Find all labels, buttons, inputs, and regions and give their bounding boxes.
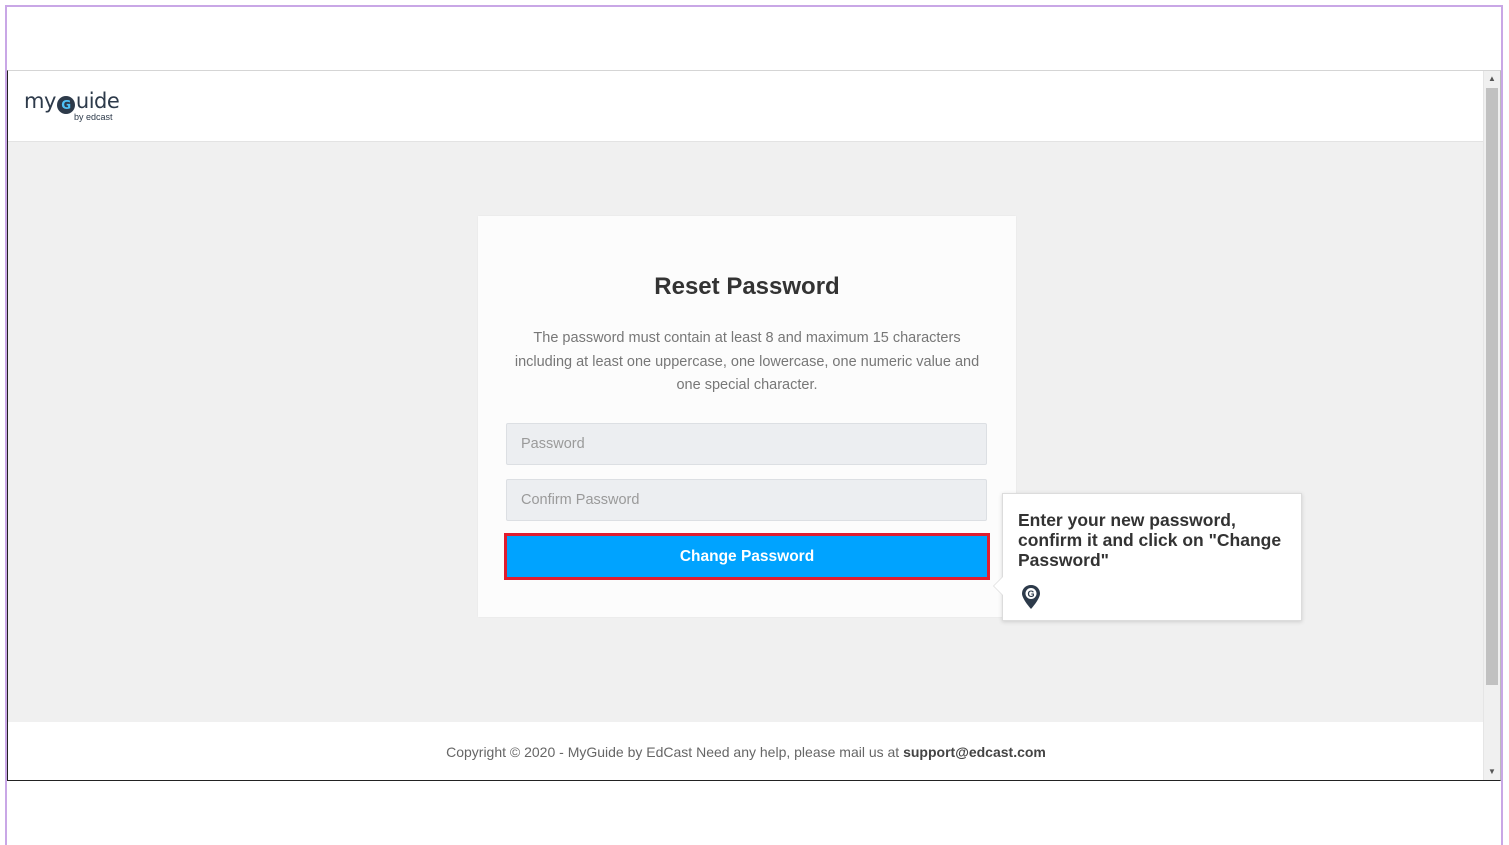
logo-pin-icon: G bbox=[56, 96, 75, 114]
scrollbar-thumb[interactable] bbox=[1486, 88, 1498, 685]
svg-text:G: G bbox=[1027, 589, 1034, 599]
confirm-password-input[interactable] bbox=[506, 479, 987, 521]
vertical-scrollbar[interactable]: ▲ ▼ bbox=[1483, 71, 1500, 780]
scroll-up-arrow-icon[interactable]: ▲ bbox=[1484, 71, 1500, 87]
change-password-button[interactable]: Change Password bbox=[507, 536, 987, 577]
myguide-pin-icon: G bbox=[1022, 585, 1040, 609]
guide-tooltip: Enter your new password, confirm it and … bbox=[993, 493, 1302, 621]
scroll-down-arrow-icon[interactable]: ▼ bbox=[1484, 764, 1500, 780]
logo-wordmark: my Guide bbox=[24, 89, 120, 114]
highlight-frame: Change Password bbox=[504, 533, 990, 580]
reset-password-card: Reset Password The password must contain… bbox=[478, 216, 1016, 617]
site-header: my Guide by edcast bbox=[8, 71, 1484, 142]
copyright-text: Copyright © 2020 - MyGuide by EdCast Nee… bbox=[446, 744, 900, 760]
page-title: Reset Password bbox=[654, 273, 840, 300]
myguide-logo[interactable]: my Guide by edcast bbox=[24, 89, 120, 125]
tooltip-text: Enter your new password, confirm it and … bbox=[1018, 510, 1282, 570]
support-email-link[interactable]: support@edcast.com bbox=[903, 744, 1046, 760]
browser-viewport: my Guide by edcast Reset Password The pas… bbox=[7, 70, 1501, 781]
logo-byline: by edcast bbox=[74, 112, 113, 122]
password-requirements-text: The password must contain at least 8 and… bbox=[514, 330, 980, 393]
site-footer: Copyright © 2020 - MyGuide by EdCast Nee… bbox=[8, 722, 1484, 780]
password-input[interactable] bbox=[506, 423, 987, 465]
